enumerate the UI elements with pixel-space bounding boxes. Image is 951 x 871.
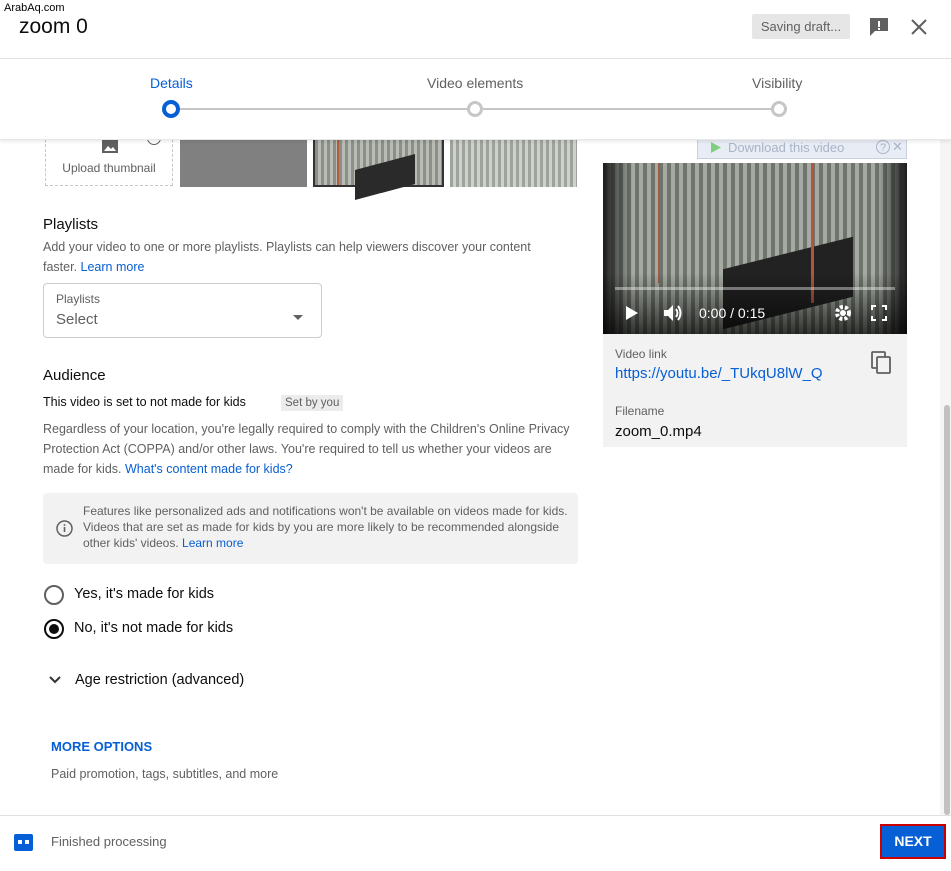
video-player[interactable]: 0:00 / 0:15	[603, 163, 907, 334]
dropdown-arrow-icon	[292, 308, 304, 326]
filename-value: zoom_0.mp4	[615, 423, 702, 440]
thumbnail-option-selected[interactable]	[313, 138, 444, 201]
video-link[interactable]: https://youtu.be/_TUkqU8lW_Q	[615, 365, 823, 382]
footer: Finished processing	[0, 815, 951, 871]
video-time: 0:00 / 0:15	[699, 305, 766, 321]
step-video-elements[interactable]: Video elements	[427, 75, 523, 91]
play-icon	[710, 141, 722, 159]
more-options-button[interactable]: MORE OPTIONS	[51, 739, 152, 754]
next-button[interactable]: NEXT	[880, 824, 946, 859]
set-by-you-badge: Set by you	[281, 395, 344, 411]
audience-info-box: Features like personalized ads and notif…	[43, 493, 578, 564]
watermark-text: ArabAq.com	[4, 2, 65, 14]
playlists-title: Playlists	[43, 216, 99, 233]
made-for-kids-yes-radio[interactable]	[44, 585, 64, 605]
made-for-kids-no-radio[interactable]	[44, 619, 64, 639]
step-connector	[180, 108, 467, 110]
copy-icon[interactable]	[871, 351, 893, 380]
download-video-label[interactable]: Download this video	[728, 140, 844, 155]
settings-icon[interactable]	[834, 304, 852, 327]
more-options-description: Paid promotion, tags, subtitles, and mor…	[51, 767, 279, 781]
video-link-label: Video link	[615, 347, 667, 361]
filename-label: Filename	[615, 404, 665, 418]
close-icon[interactable]: ✕	[892, 139, 903, 155]
playlists-learn-more-link[interactable]: Learn more	[81, 260, 145, 274]
audience-description: Regardless of your location, you're lega…	[43, 422, 570, 476]
playlists-select[interactable]: Playlists Select	[43, 283, 322, 338]
playlists-select-value: Select	[56, 311, 98, 328]
step-visibility-dot[interactable]	[771, 101, 787, 117]
audience-title: Audience	[43, 367, 106, 384]
audience-info-text: Features like personalized ads and notif…	[83, 504, 568, 550]
info-icon	[56, 520, 73, 542]
playlists-select-label: Playlists	[56, 292, 101, 306]
made-for-kids-no-label[interactable]: No, it's not made for kids	[74, 620, 233, 636]
processing-status: Finished processing	[51, 834, 167, 849]
audience-info-learn-more-link[interactable]: Learn more	[182, 536, 243, 550]
video-title: zoom 0	[19, 15, 88, 38]
whats-content-made-for-kids-link[interactable]: What's content made for kids?	[125, 462, 293, 476]
made-for-kids-yes-label[interactable]: Yes, it's made for kids	[74, 586, 214, 602]
audience-status-text: This video is set to not made for kids	[43, 395, 246, 409]
help-icon[interactable]: ?	[876, 140, 890, 154]
step-details-dot[interactable]	[162, 100, 180, 118]
volume-icon[interactable]	[663, 304, 683, 327]
image-icon	[102, 139, 118, 156]
fullscreen-icon[interactable]	[871, 305, 887, 326]
thumbnail-option[interactable]	[180, 138, 307, 187]
thumbnail-option[interactable]	[450, 138, 577, 187]
feedback-icon[interactable]	[866, 14, 892, 40]
video-progress-bar[interactable]	[615, 287, 895, 290]
close-icon[interactable]	[906, 14, 932, 40]
download-video-bar[interactable]: Download this video ? ✕	[697, 137, 907, 159]
age-restriction-toggle[interactable]: Age restriction (advanced)	[75, 672, 244, 688]
hd-badge-icon	[14, 834, 33, 856]
step-details[interactable]: Details	[150, 75, 193, 91]
play-icon[interactable]	[625, 305, 639, 326]
step-connector	[483, 108, 771, 110]
video-info-card: Video link https://youtu.be/_TUkqU8lW_Q …	[603, 334, 907, 447]
upload-thumbnail-label: Upload thumbnail	[62, 161, 156, 175]
chevron-down-icon[interactable]	[48, 673, 62, 692]
step-visibility[interactable]: Visibility	[752, 75, 802, 91]
saving-draft-badge: Saving draft...	[752, 14, 850, 39]
stepper: Details Video elements Visibility	[0, 59, 951, 140]
scrollbar-thumb[interactable]	[944, 405, 950, 815]
step-video-elements-dot[interactable]	[467, 101, 483, 117]
